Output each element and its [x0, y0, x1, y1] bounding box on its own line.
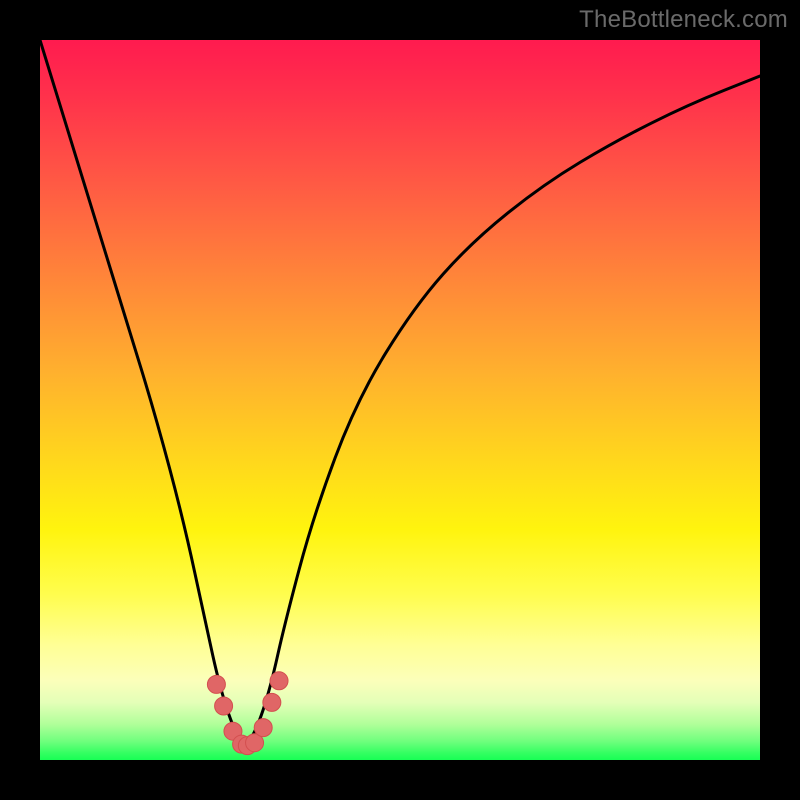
chart-svg	[40, 40, 760, 760]
curve-marker	[207, 675, 225, 693]
plot-area	[40, 40, 760, 760]
bottleneck-curve-path	[40, 40, 760, 742]
curve-marker	[263, 693, 281, 711]
curve-marker	[254, 719, 272, 737]
chart-frame: TheBottleneck.com	[0, 0, 800, 800]
bottleneck-curve	[40, 40, 760, 742]
curve-marker	[215, 697, 233, 715]
curve-marker	[270, 672, 288, 690]
bottleneck-curve-markers	[207, 672, 288, 755]
watermark-text: TheBottleneck.com	[579, 6, 788, 34]
